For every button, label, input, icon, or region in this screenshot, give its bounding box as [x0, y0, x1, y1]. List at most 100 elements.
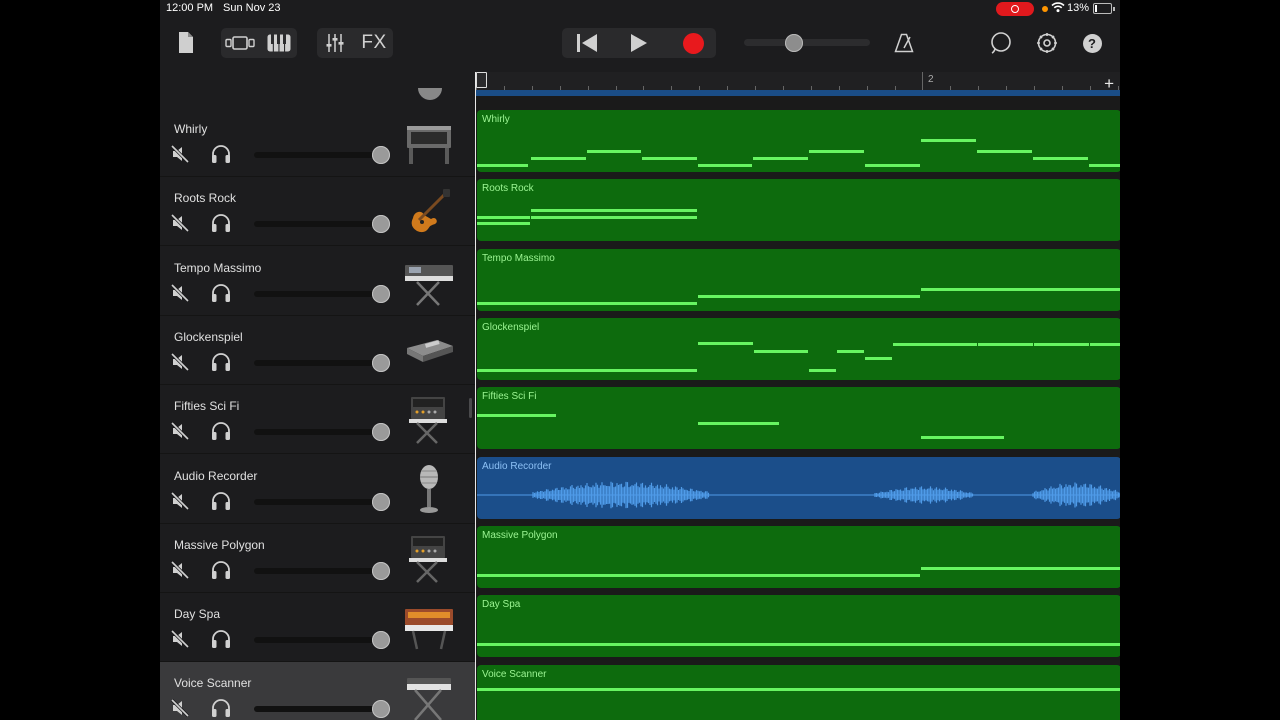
timeline-ruler[interactable]: 1 2 +	[476, 72, 1120, 96]
fx-button[interactable]: FX	[357, 30, 391, 56]
ruler-tick	[531, 86, 533, 90]
mute-icon[interactable]	[170, 698, 190, 718]
tracks-view-icon[interactable]	[223, 30, 257, 56]
midi-note	[893, 343, 977, 347]
headphones-icon[interactable]	[210, 144, 232, 164]
mixer-icon[interactable]	[322, 30, 348, 56]
electric-piano-icon[interactable]	[403, 116, 455, 168]
electric-guitar-icon[interactable]	[403, 185, 455, 237]
track-volume-knob[interactable]	[372, 284, 390, 303]
mute-icon[interactable]	[170, 283, 190, 303]
track-volume-knob[interactable]	[372, 700, 390, 719]
track-header[interactable]: Tempo Massimo	[160, 247, 475, 316]
midi-region[interactable]: Whirly	[477, 110, 1120, 172]
ruler-tick	[503, 86, 505, 90]
ruler-tick	[1117, 86, 1119, 90]
record-icon[interactable]	[674, 30, 712, 56]
track-volume-knob[interactable]	[372, 423, 390, 442]
track-volume-slider[interactable]	[254, 631, 390, 650]
track-volume-slider[interactable]	[254, 215, 390, 234]
play-icon[interactable]	[620, 30, 658, 56]
track-volume-slider[interactable]	[254, 492, 390, 511]
track-volume-slider[interactable]	[254, 561, 390, 580]
rewind-icon[interactable]	[568, 30, 606, 56]
track-volume-knob[interactable]	[372, 561, 390, 580]
midi-region[interactable]: Day Spa	[477, 595, 1120, 658]
track-header[interactable]: Whirly	[160, 108, 475, 177]
track-volume-knob[interactable]	[372, 146, 390, 164]
midi-region[interactable]: Fifties Sci Fi	[477, 387, 1120, 450]
midi-region[interactable]: Glockenspiel	[477, 318, 1120, 381]
screen-recording-indicator[interactable]	[996, 2, 1034, 16]
mute-icon[interactable]	[170, 629, 190, 649]
track-volume-knob[interactable]	[372, 353, 390, 372]
modular-synth-icon[interactable]	[403, 532, 455, 584]
headphones-icon[interactable]	[210, 491, 232, 511]
master-volume-knob[interactable]	[785, 34, 804, 52]
midi-note	[865, 164, 920, 167]
track-volume-slider[interactable]	[254, 423, 390, 442]
ruler-tick	[559, 86, 561, 90]
track-volume-slider[interactable]	[254, 700, 390, 719]
midi-region[interactable]: Roots Rock	[477, 179, 1120, 242]
status-time: 12:00 PM	[166, 2, 214, 14]
mute-icon[interactable]	[170, 560, 190, 580]
track-volume-knob[interactable]	[372, 215, 390, 234]
headphones-icon[interactable]	[210, 213, 232, 233]
track-header[interactable]: Fifties Sci Fi	[160, 385, 475, 455]
microphone-icon[interactable]	[403, 463, 455, 515]
headphones-icon[interactable]	[210, 283, 232, 303]
headphones-icon[interactable]	[210, 629, 232, 649]
mute-icon[interactable]	[170, 352, 190, 372]
ruler-tick	[615, 86, 617, 90]
midi-note	[477, 222, 530, 226]
track-header[interactable]: Massive Polygon	[160, 524, 475, 593]
track-header[interactable]: Audio Recorder	[160, 455, 475, 524]
metronome-icon[interactable]	[893, 30, 915, 56]
keyboard-stand-icon[interactable]	[403, 670, 455, 720]
master-volume-slider[interactable]	[744, 34, 870, 52]
synth-module-icon[interactable]	[403, 324, 455, 376]
headphones-icon[interactable]	[210, 421, 232, 441]
midi-region[interactable]: Voice Scanner	[477, 664, 1120, 720]
settings-icon[interactable]	[1034, 30, 1060, 56]
track-volume-slider[interactable]	[254, 146, 390, 164]
track-header[interactable]: Glockenspiel	[160, 316, 475, 385]
track-volume-knob[interactable]	[372, 492, 390, 511]
track-volume-slider[interactable]	[254, 284, 390, 303]
playhead-handle[interactable]	[476, 72, 487, 88]
help-icon[interactable]: ?	[1081, 31, 1103, 55]
track-header[interactable]: Day Spa	[160, 593, 475, 663]
ruler-tick	[1061, 86, 1063, 90]
headphones-icon[interactable]	[210, 352, 232, 372]
midi-note	[921, 139, 976, 142]
track-header[interactable]: Voice Scanner	[160, 662, 475, 720]
headphones-icon[interactable]	[210, 698, 232, 718]
synth-keyboard-icon[interactable]	[403, 255, 455, 307]
document-icon[interactable]	[177, 31, 195, 55]
midi-region[interactable]: Tempo Massimo	[477, 248, 1120, 311]
ruler-tick	[810, 86, 812, 90]
add-section-button[interactable]: +	[1104, 74, 1114, 94]
track-volume-slider[interactable]	[254, 353, 390, 372]
arrange-area[interactable]: Whirly Roots Rock Tempo Massimo Glockenspie…	[476, 96, 1120, 720]
mute-icon[interactable]	[170, 421, 190, 441]
track-header[interactable]: Roots Rock	[160, 177, 475, 247]
ruler-tick	[838, 86, 840, 90]
vintage-synth-icon[interactable]	[403, 601, 455, 653]
audio-region[interactable]: Audio Recorder	[477, 456, 1120, 519]
mute-icon[interactable]	[170, 144, 190, 164]
divider-handle[interactable]	[469, 398, 472, 418]
keyboard-icon[interactable]	[263, 30, 295, 56]
midi-region[interactable]: Massive Polygon	[477, 526, 1120, 589]
modular-synth-icon[interactable]	[403, 393, 455, 445]
track-headers: Whirly Roots Rock Tempo Massimo Glockenspie…	[160, 70, 475, 720]
headphones-icon[interactable]	[210, 560, 232, 580]
mute-icon[interactable]	[170, 213, 190, 233]
track-name: Glockenspiel	[174, 329, 243, 344]
track-volume-knob[interactable]	[372, 631, 390, 650]
battery-icon	[1093, 3, 1115, 14]
playhead[interactable]	[475, 72, 476, 720]
loop-browser-icon[interactable]	[988, 30, 1014, 56]
mute-icon[interactable]	[170, 491, 190, 511]
